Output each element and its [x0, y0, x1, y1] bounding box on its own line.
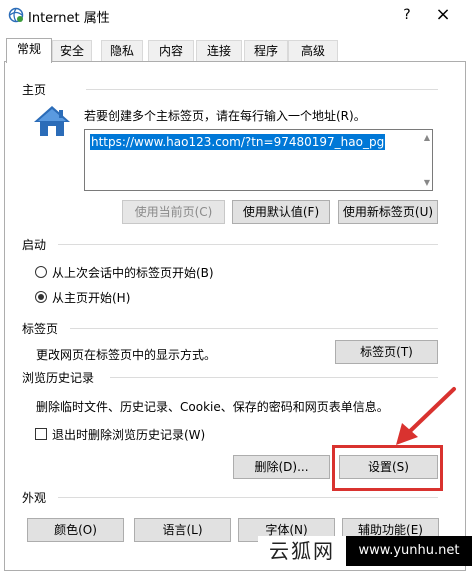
tab-advanced[interactable]: 高级: [288, 40, 338, 61]
use-current-button[interactable]: 使用当前页(C): [122, 200, 225, 224]
title-bar: Internet 属性 ? ×: [0, 0, 472, 30]
red-arrow-icon: [396, 387, 456, 445]
use-new-tab-button[interactable]: 使用新标签页(U): [338, 200, 438, 224]
home-icon: [34, 106, 70, 136]
settings-highlight-box: [332, 445, 443, 491]
divider: [86, 89, 438, 90]
home-url-input[interactable]: https://www.hao123.com/?tn=97480197_hao_…: [84, 129, 433, 191]
watermark-logo-text: 云狐网: [258, 536, 346, 566]
tab-content[interactable]: 内容: [148, 40, 194, 61]
home-url-value: https://www.hao123.com/?tn=97480197_hao_…: [90, 134, 386, 150]
divider: [110, 377, 438, 378]
history-description: 删除临时文件、历史记录、Cookie、保存的密码和网页表单信息。: [36, 400, 389, 414]
scroll-down-icon[interactable]: ▼: [424, 178, 430, 187]
tab-privacy[interactable]: 隐私: [101, 40, 143, 61]
watermark-url: www.yunhu.net: [346, 536, 472, 566]
appearance-group-label: 外观: [22, 491, 47, 505]
tab-connections[interactable]: 连接: [196, 40, 242, 61]
radio-home-label[interactable]: 从主页开始(H): [52, 289, 130, 306]
radio-selected-dot: [38, 294, 44, 300]
radio-last-session-label[interactable]: 从上次会话中的标签页开始(B): [52, 264, 214, 281]
delete-on-exit-checkbox[interactable]: [35, 428, 47, 440]
startup-group-label: 启动: [22, 238, 47, 252]
tab-programs[interactable]: 程序: [244, 40, 288, 61]
divider: [58, 497, 438, 498]
use-default-button[interactable]: 使用默认值(F): [232, 200, 330, 224]
delete-history-button[interactable]: 删除(D)...: [233, 455, 330, 479]
tabs-settings-button[interactable]: 标签页(T): [335, 340, 438, 364]
window-title: Internet 属性: [28, 11, 110, 26]
tabs-description: 更改网页在标签页中的显示方式。: [36, 348, 217, 362]
home-instruction: 若要创建多个主标签页，请在每行输入一个地址(R)。: [84, 109, 366, 123]
tabs-group-label: 标签页: [22, 322, 59, 336]
radio-home[interactable]: [35, 291, 47, 303]
history-group-label: 浏览历史记录: [22, 371, 95, 385]
help-button[interactable]: ?: [396, 4, 418, 26]
home-group-label: 主页: [22, 83, 47, 97]
colors-button[interactable]: 颜色(O): [27, 518, 124, 542]
delete-on-exit-label[interactable]: 退出时删除浏览历史记录(W): [52, 426, 205, 443]
divider: [58, 244, 438, 245]
tab-general[interactable]: 常规: [6, 38, 52, 63]
tab-security[interactable]: 安全: [52, 40, 92, 61]
close-button[interactable]: ×: [432, 4, 454, 26]
radio-last-session[interactable]: [35, 266, 47, 278]
languages-button[interactable]: 语言(L): [134, 518, 231, 542]
divider: [70, 328, 438, 329]
internet-options-icon: [8, 7, 24, 23]
scroll-up-icon[interactable]: ▲: [424, 133, 430, 142]
